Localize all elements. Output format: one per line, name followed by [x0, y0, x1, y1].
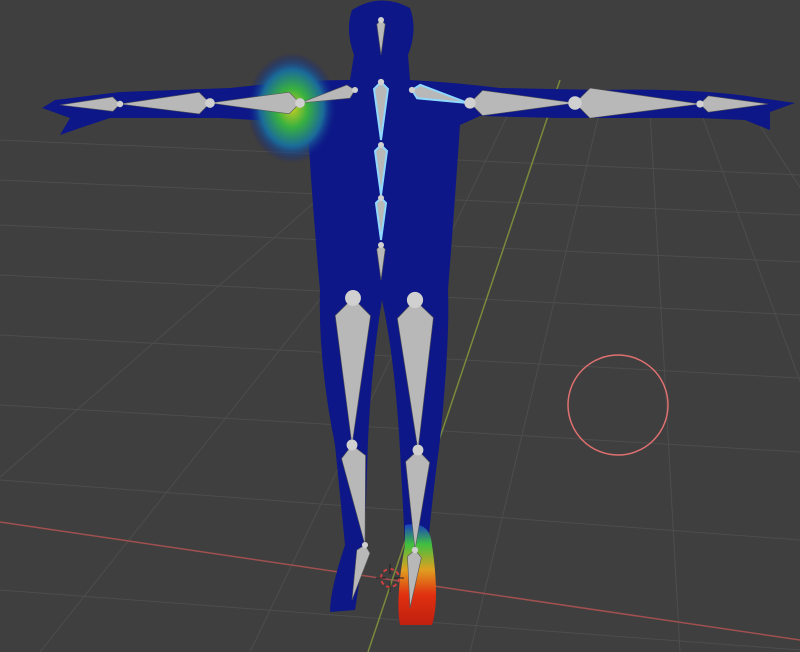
3d-viewport[interactable]: [0, 0, 800, 652]
brush-circle-icon: [567, 354, 669, 456]
grid-line: [749, 109, 800, 189]
bone-joint[interactable]: [696, 100, 704, 108]
grid-line: [649, 109, 681, 652]
bone-joint[interactable]: [116, 100, 124, 108]
grid-line: [699, 109, 800, 383]
bone-joint[interactable]: [464, 97, 476, 109]
bone-joint[interactable]: [412, 444, 424, 456]
bone-joint[interactable]: [378, 17, 384, 23]
bone-joint[interactable]: [378, 195, 384, 201]
bone-joint[interactable]: [568, 96, 582, 110]
bone-joint[interactable]: [411, 546, 419, 554]
bone-joint[interactable]: [205, 98, 215, 108]
bone-joint[interactable]: [406, 291, 424, 309]
grid-line: [469, 109, 601, 652]
bone-joint[interactable]: [346, 439, 358, 451]
bone-joint[interactable]: [351, 86, 359, 94]
bone-joint[interactable]: [378, 242, 384, 248]
bone-joint[interactable]: [361, 541, 369, 549]
bone-joint[interactable]: [408, 86, 416, 94]
grid-line: [0, 479, 800, 541]
bone-joint[interactable]: [378, 142, 384, 148]
viewport-canvas[interactable]: [0, 0, 800, 652]
bone-joint[interactable]: [295, 98, 305, 108]
bone-joint[interactable]: [345, 290, 361, 306]
bone-joint[interactable]: [377, 78, 385, 86]
